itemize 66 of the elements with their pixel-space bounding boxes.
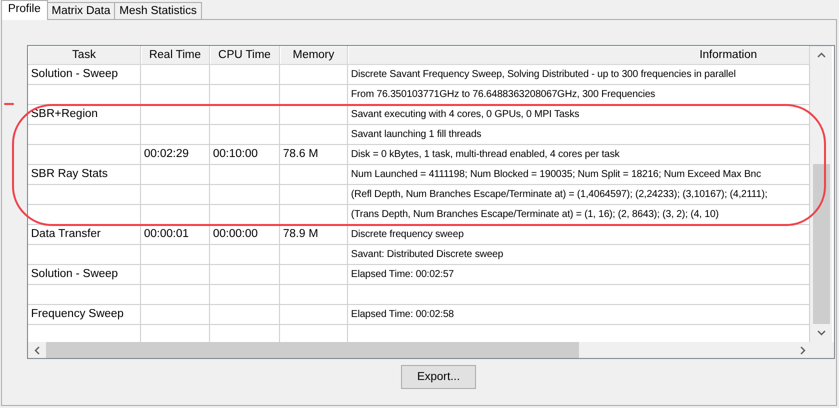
table-cell: Discrete Savant Frequency Sweep, Solving Distributed - up to 300 frequencies in parallel [348,65,810,85]
table-cell: SBR Ray Stats [28,165,141,185]
table-cell: Savant executing with 4 cores, 0 GPUs, 0 MPI Tasks [348,105,810,125]
column-header[interactable]: Task [28,46,141,65]
table-cell: Solution - Sweep [28,265,141,285]
scroll-down-icon[interactable] [816,330,826,336]
table-cell: SBR+Region [28,105,141,125]
table-cell: 00:00:01 [141,225,210,245]
horizontal-scrollbar[interactable] [28,342,834,358]
table-cell: (Refl Depth, Num Branches Escape/Terminate at) = (1,4064597); (2,24233); (3,10167); (4,2111); [348,185,810,205]
tab[interactable]: Profile [1,0,48,20]
table-cell: Savant: Distributed Discrete sweep [348,245,810,265]
table-cell: Frequency Sweep [28,305,141,325]
table-cell [280,65,348,85]
table-cell [280,125,348,145]
scrollbar-thumb[interactable] [812,164,830,324]
table-cell [280,185,348,205]
export-button[interactable]: Export... [401,365,476,389]
scroll-left-icon[interactable] [34,346,40,354]
table-cell [280,105,348,125]
table-cell: Solution - Sweep [28,65,141,85]
table-cell [141,185,210,205]
table-cell: Savant launching 1 fill threads [348,125,810,145]
table-cell [210,285,280,305]
table-cell: 00:02:29 [141,145,210,165]
table-cell [141,125,210,145]
table-cell [280,165,348,185]
scroll-right-icon[interactable] [800,346,806,354]
table-cell [280,285,348,305]
table-cell [141,245,210,265]
table-cell [141,285,210,305]
table-cell [210,265,280,285]
column-header[interactable]: Information [348,46,810,65]
annotation-mark [4,103,14,105]
table-cell [210,245,280,265]
table-cell [210,65,280,85]
table-cell [210,305,280,325]
table-cell [280,305,348,325]
column-header[interactable]: CPU Time [210,46,280,65]
column-header[interactable]: Real Time [141,46,210,65]
table-cell [280,245,348,265]
table-cell [210,105,280,125]
table-cell: 00:00:00 [210,225,280,245]
table-cell [141,65,210,85]
scrollbar-thumb[interactable] [46,342,579,358]
table-cell [280,265,348,285]
vertical-scrollbar[interactable] [810,46,832,342]
table-cell: Disk = 0 kBytes, 1 task, multi-thread enabled, 4 cores per task [348,145,810,165]
table-cell [141,305,210,325]
table-cell [210,165,280,185]
table-cell: Elapsed Time: 00:02:57 [348,265,810,285]
table-cell [141,165,210,185]
table-cell: 78.6 M [280,145,348,165]
table-cell: Data Transfer [28,225,141,245]
tab[interactable]: Mesh Statistics [114,2,202,19]
table-cell [141,105,210,125]
column-header[interactable]: Memory [280,46,348,65]
table-cell [210,125,280,145]
table-cell: 00:10:00 [210,145,280,165]
table-cell [141,265,210,285]
scroll-up-icon[interactable] [816,52,826,58]
table-cell: Elapsed Time: 00:02:58 [348,305,810,325]
table-cell: Num Launched = 4111198; Num Blocked = 190035; Num Split = 18216; Num Exceed Max Bnc [348,165,810,185]
table-cell [210,185,280,205]
table-cell: Discrete frequency sweep [348,225,810,245]
table-cell: 78.9 M [280,225,348,245]
